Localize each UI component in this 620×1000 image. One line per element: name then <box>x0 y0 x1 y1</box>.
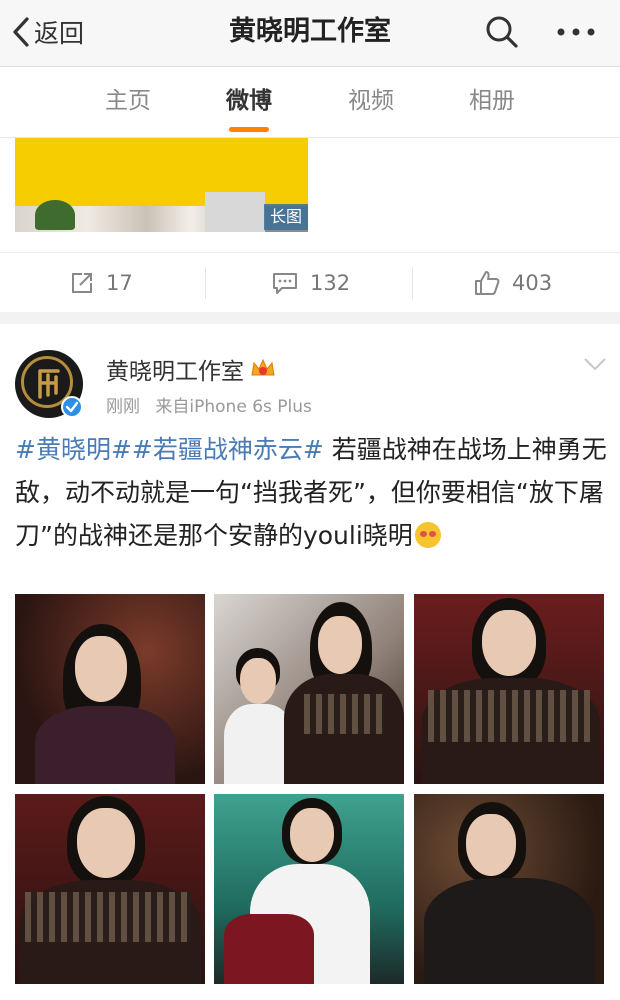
photo-figure-face <box>466 814 516 876</box>
shelf-shape <box>205 192 265 232</box>
emoji-icon <box>414 522 441 548</box>
comment-button[interactable]: 132 <box>272 253 350 313</box>
chevron-down-icon[interactable] <box>582 354 608 374</box>
repost-button[interactable]: 17 <box>70 253 133 313</box>
verified-icon <box>61 396 83 418</box>
previous-post: 长图 17 132 403 <box>0 138 620 312</box>
photo-figure-face <box>482 610 536 676</box>
more-icon[interactable] <box>554 14 598 50</box>
post-photo-4[interactable] <box>15 794 205 984</box>
photo-figure-body <box>424 878 594 984</box>
photo-figure-robe <box>224 914 314 984</box>
photo-figure-face <box>75 636 127 702</box>
tab-album[interactable]: 相册 <box>452 85 532 117</box>
photo-armor <box>25 892 191 942</box>
like-icon <box>475 271 500 295</box>
page-title: 黄晓明工作室 <box>229 16 391 47</box>
divider <box>205 267 206 299</box>
like-count: 403 <box>512 271 553 295</box>
like-button[interactable]: 403 <box>474 253 552 313</box>
post-photo-6[interactable] <box>414 794 604 984</box>
photo-figure-face <box>318 616 362 674</box>
post-source: 来自iPhone 6s Plus <box>155 397 312 417</box>
tab-videos[interactable]: 视频 <box>331 85 411 117</box>
post-photo-3[interactable] <box>414 594 604 784</box>
post-photo-1[interactable] <box>15 594 205 784</box>
crown-icon <box>251 358 275 376</box>
post-meta: 刚刚 来自iPhone 6s Plus <box>106 392 312 417</box>
divider <box>412 267 413 299</box>
photo-figure-face <box>290 808 334 862</box>
hashtag-link[interactable]: #若疆战神赤云# <box>132 435 324 464</box>
repost-count: 17 <box>106 271 133 295</box>
photo-armor <box>304 694 384 734</box>
post-time: 刚刚 <box>106 397 140 417</box>
post-photo-5[interactable] <box>214 794 404 984</box>
search-icon[interactable] <box>484 14 520 50</box>
tab-home[interactable]: 主页 <box>88 85 168 117</box>
weibo-post: 黄晓明工作室 刚刚 来自iPhone 6s Plus #黄晓明##若疆战神赤云#… <box>0 324 620 1000</box>
author-name: 黄晓明工作室 <box>106 359 244 385</box>
photo-figure-face <box>77 808 135 878</box>
post-photo-2[interactable] <box>214 594 404 784</box>
post-text: #黄晓明##若疆战神赤云# 若疆战神在战场上神勇无敌，动不动就是一句“挡我者死”… <box>15 428 610 557</box>
photo-figure-face <box>240 658 276 704</box>
plant-shape <box>35 200 75 230</box>
post-action-bar: 17 132 403 <box>0 252 620 313</box>
tab-weibo[interactable]: 微博 <box>209 85 289 117</box>
studio-logo-icon <box>38 369 60 399</box>
long-image-badge: 长图 <box>264 204 308 230</box>
photo-armor <box>428 690 590 742</box>
comment-count: 132 <box>310 271 351 295</box>
profile-tabs: 主页 微博 视频 相册 <box>0 67 620 138</box>
comment-icon <box>273 273 297 294</box>
active-tab-indicator <box>229 127 269 132</box>
hashtag-link[interactable]: #黄晓明# <box>15 435 132 464</box>
repost-icon <box>72 273 92 293</box>
top-nav-bar: 返回 黄晓明工作室 <box>0 0 620 67</box>
author-name-row[interactable]: 黄晓明工作室 <box>106 352 276 386</box>
photo-figure-body <box>35 706 175 784</box>
